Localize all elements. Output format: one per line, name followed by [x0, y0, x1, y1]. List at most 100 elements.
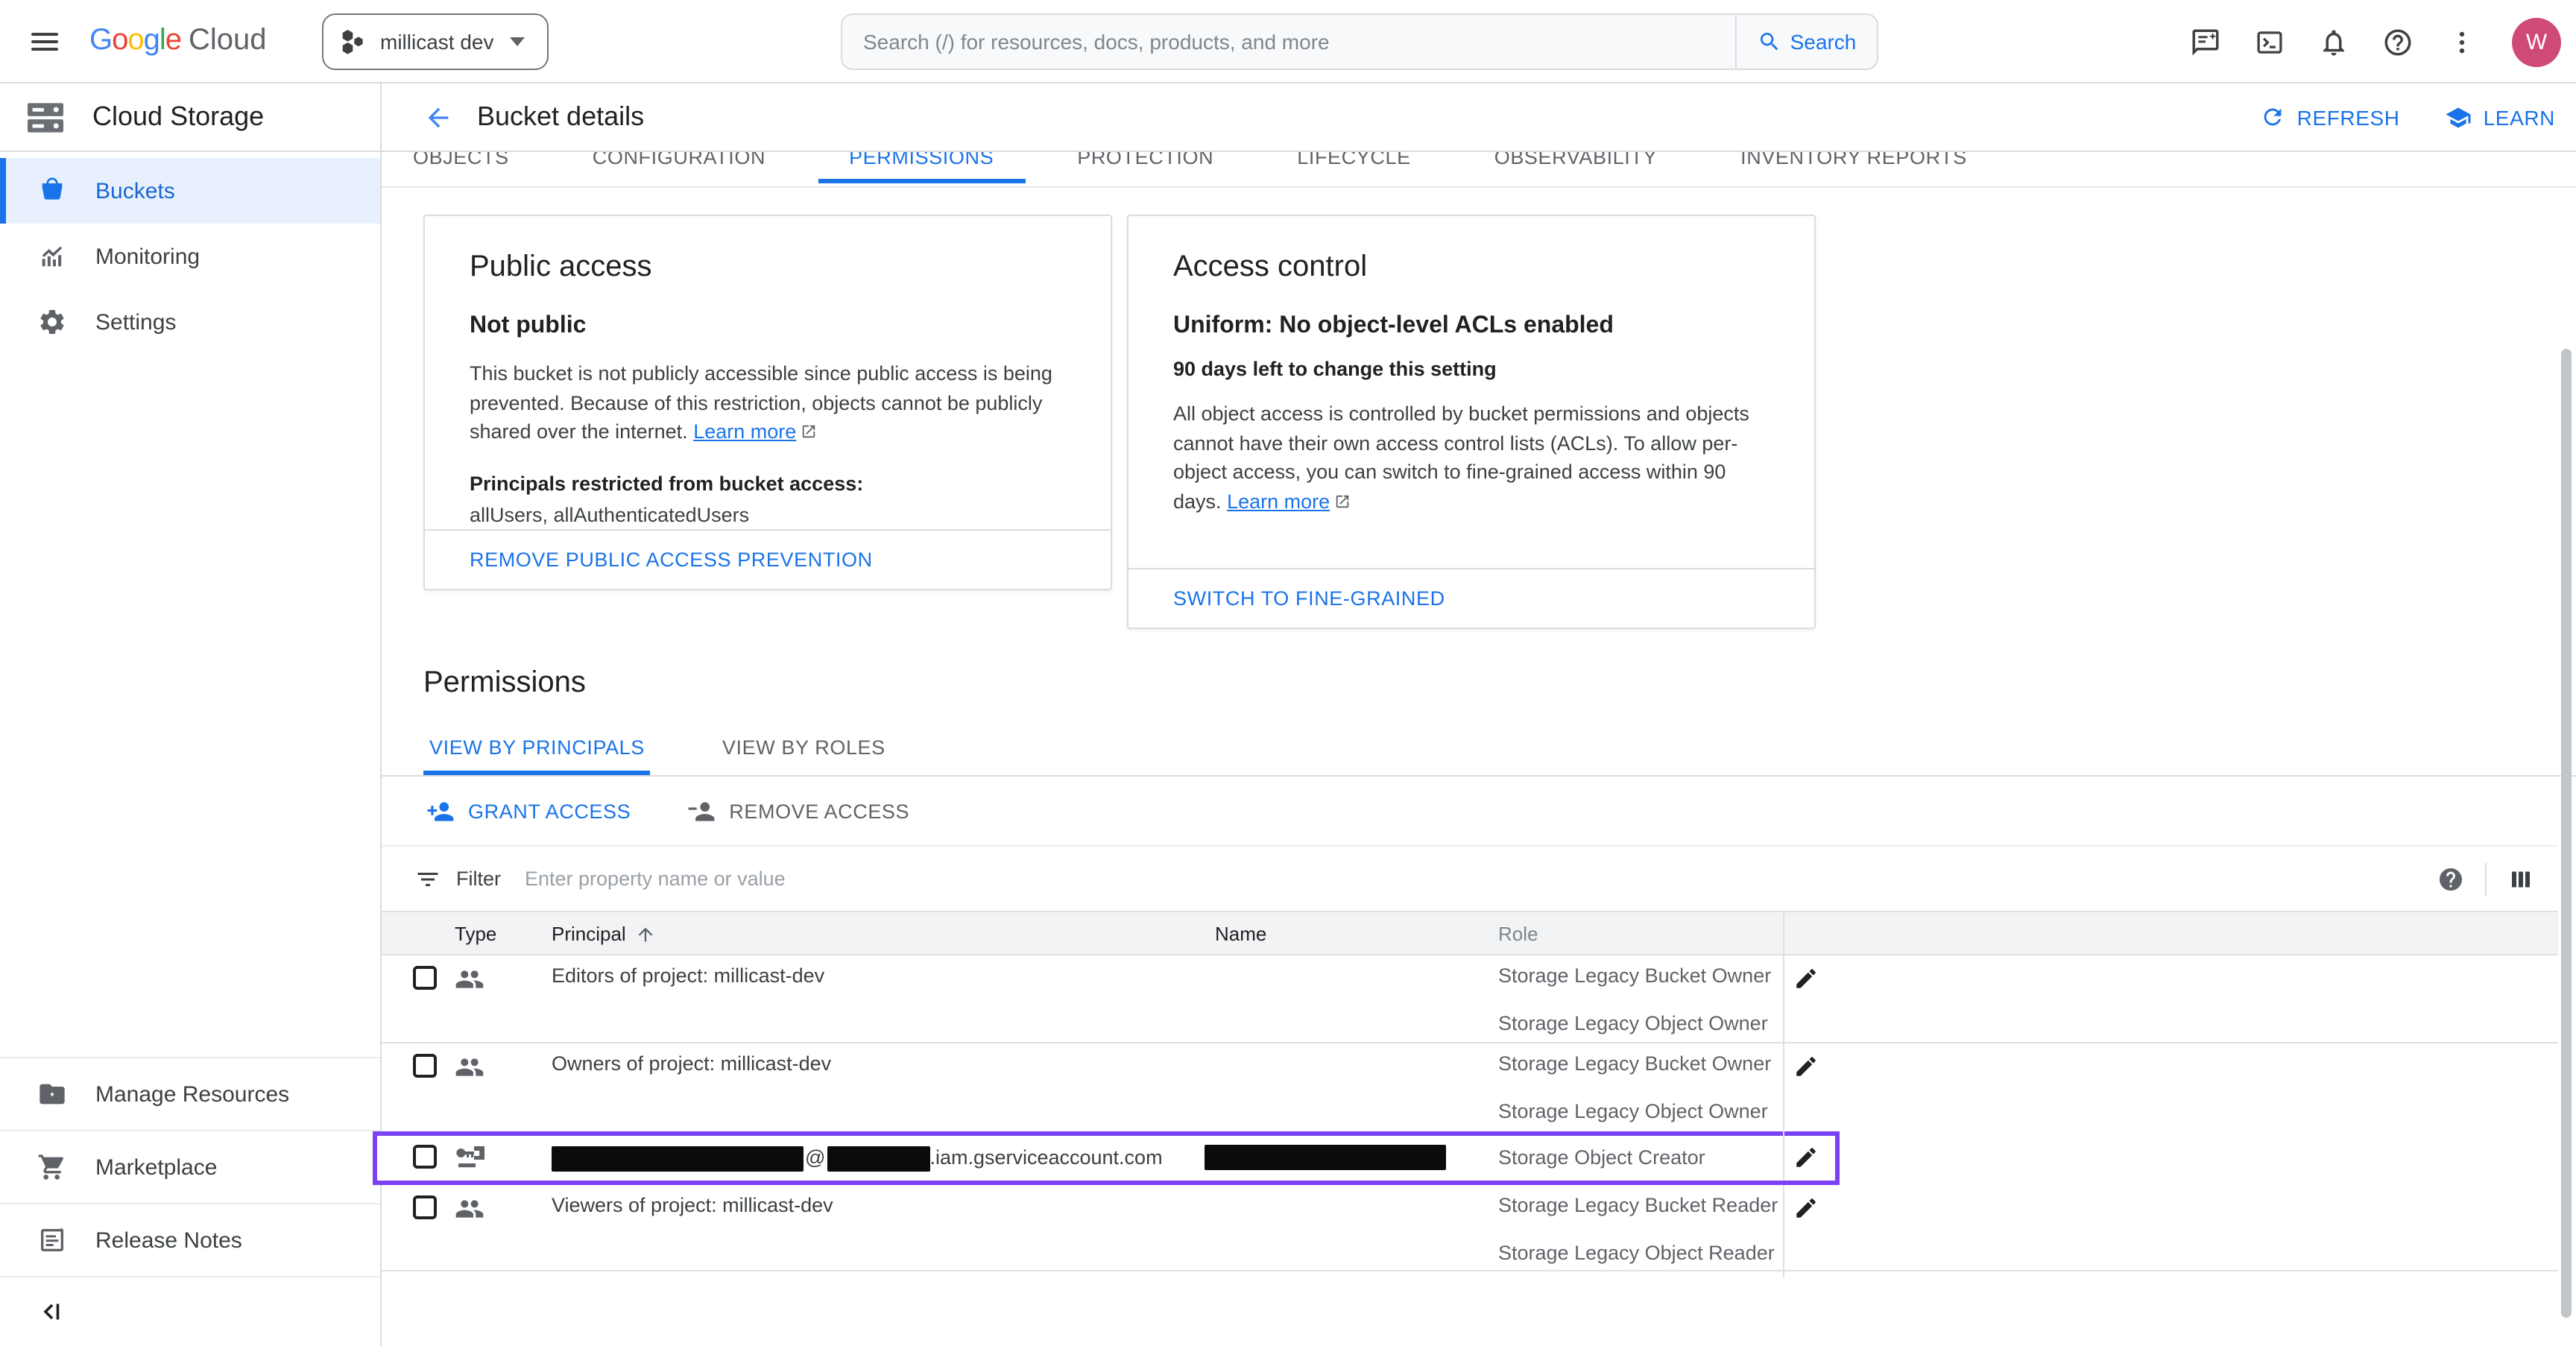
- refresh-button[interactable]: REFRESH: [2260, 104, 2400, 130]
- access-control-mode: Uniform: No object-level ACLs enabled: [1173, 312, 1770, 341]
- access-control-card: Access control Uniform: No object-level …: [1127, 215, 1816, 629]
- column-header-principal[interactable]: Principal: [552, 912, 1215, 955]
- table-header-row: Type Principal Name Role: [382, 911, 2558, 955]
- column-header-role[interactable]: Role: [1498, 912, 1783, 955]
- avatar[interactable]: W: [2512, 17, 2561, 66]
- page-header: Bucket details REFRESH LEARN: [382, 83, 2576, 152]
- project-icon: [341, 28, 367, 56]
- column-display-icon[interactable]: [2507, 865, 2534, 892]
- row-checkbox[interactable]: [413, 1145, 437, 1169]
- bucket-tabs: OBJECTS CONFIGURATION PERMISSIONS PROTEC…: [382, 152, 2576, 188]
- role-cell: Storage Legacy Bucket Owner Storage Lega…: [1498, 955, 1783, 1048]
- permissions-heading: Permissions: [423, 665, 2576, 701]
- search-input[interactable]: [842, 30, 1735, 54]
- sidebar-item-release-notes[interactable]: Release Notes: [0, 1203, 380, 1276]
- remove-public-access-prevention-button[interactable]: REMOVE PUBLIC ACCESS PREVENTION: [470, 549, 873, 571]
- learn-icon: [2445, 104, 2472, 130]
- permissions-actions: GRANT ACCESS REMOVE ACCESS: [382, 777, 2576, 845]
- open-in-new-icon: [801, 419, 817, 448]
- filter-help-icon[interactable]: [2437, 865, 2464, 892]
- tab-label: PERMISSIONS: [849, 152, 994, 168]
- open-in-new-icon: [1334, 488, 1351, 517]
- more-vert-icon[interactable]: [2445, 25, 2478, 58]
- switch-to-fine-grained-button[interactable]: SWITCH TO FINE-GRAINED: [1173, 587, 1445, 610]
- role-value: Storage Legacy Bucket Owner: [1498, 952, 1783, 1000]
- sidebar-nav: Buckets Monitoring Settings: [0, 152, 380, 355]
- help-icon[interactable]: [2381, 25, 2414, 58]
- sidebar-product-header: Cloud Storage: [0, 83, 380, 152]
- learn-button[interactable]: LEARN: [2445, 104, 2555, 130]
- tab-inventory-reports[interactable]: INVENTORY REPORTS: [1709, 152, 1998, 188]
- highlighted-row-outline: @.iam.gserviceaccount.com Storage Object…: [373, 1131, 1840, 1185]
- table-row-service-account[interactable]: @.iam.gserviceaccount.com Storage Object…: [377, 1136, 1835, 1181]
- table-row[interactable]: Editors of project: millicast-dev Storag…: [382, 955, 2558, 1043]
- page-header-actions: REFRESH LEARN: [2260, 104, 2555, 130]
- group-icon: [455, 1052, 484, 1082]
- logo-letter: G: [89, 24, 112, 58]
- vertical-scrollbar[interactable]: [2561, 349, 2572, 1318]
- edit-icon[interactable]: [1793, 1054, 1819, 1079]
- access-control-deadline: 90 days left to change this setting: [1173, 356, 1770, 382]
- sidebar-item-label: Monitoring: [95, 244, 200, 269]
- tab-label: PROTECTION: [1077, 152, 1213, 168]
- table-row[interactable]: Viewers of project: millicast-dev Storag…: [382, 1185, 2558, 1271]
- tab-objects[interactable]: OBJECTS: [382, 152, 540, 188]
- project-selector[interactable]: millicast dev: [322, 13, 549, 70]
- sidebar-item-manage-resources[interactable]: Manage Resources: [0, 1057, 380, 1130]
- row-checkbox[interactable]: [413, 1195, 437, 1219]
- notifications-icon[interactable]: [2317, 25, 2349, 58]
- access-control-description: All object access is controlled by bucke…: [1173, 399, 1770, 517]
- sidebar-item-marketplace[interactable]: Marketplace: [0, 1130, 380, 1203]
- sidebar-item-buckets[interactable]: Buckets: [0, 158, 380, 224]
- collapse-icon: [39, 1298, 66, 1325]
- tab-label: OBSERVABILITY: [1494, 152, 1657, 168]
- tab-lifecycle[interactable]: LIFECYCLE: [1266, 152, 1442, 188]
- name-cell: [1215, 1136, 1498, 1178]
- search-button[interactable]: Search: [1735, 15, 1877, 69]
- principal-cell: Editors of project: millicast-dev: [552, 955, 1215, 997]
- column-header-type[interactable]: Type: [440, 912, 552, 955]
- cart-icon: [37, 1152, 67, 1182]
- tab-configuration[interactable]: CONFIGURATION: [561, 152, 797, 188]
- collapse-sidebar-button[interactable]: [0, 1276, 380, 1346]
- search-icon: [1758, 30, 1781, 54]
- remove-access-button[interactable]: REMOVE ACCESS: [687, 797, 909, 825]
- sidebar-item-label: Release Notes: [95, 1227, 242, 1253]
- row-checkbox[interactable]: [413, 966, 437, 990]
- column-header-name[interactable]: Name: [1215, 912, 1498, 955]
- sidebar: Cloud Storage Buckets Monitoring Setting…: [0, 83, 382, 1346]
- principal-cell-redacted: @.iam.gserviceaccount.com: [552, 1136, 1215, 1181]
- tab-permissions[interactable]: PERMISSIONS: [818, 152, 1025, 188]
- service-account-domain: .iam.gserviceaccount.com: [929, 1137, 1162, 1179]
- sidebar-item-label: Settings: [95, 309, 176, 335]
- sidebar-item-label: Buckets: [95, 178, 175, 203]
- monitoring-icon: [37, 241, 67, 271]
- principal-cell: Viewers of project: millicast-dev: [552, 1185, 1215, 1227]
- role-value: Storage Legacy Bucket Owner: [1498, 1040, 1783, 1088]
- grant-access-button[interactable]: GRANT ACCESS: [426, 797, 631, 825]
- tab-view-by-principals[interactable]: VIEW BY PRINCIPALS: [423, 720, 651, 775]
- row-checkbox[interactable]: [413, 1054, 437, 1078]
- sidebar-item-monitoring[interactable]: Monitoring: [0, 224, 380, 289]
- google-cloud-logo[interactable]: Google Cloud: [89, 24, 267, 58]
- learn-more-link[interactable]: Learn more: [693, 420, 796, 443]
- sidebar-item-settings[interactable]: Settings: [0, 289, 380, 355]
- menu-icon[interactable]: [15, 11, 75, 71]
- tab-view-by-roles[interactable]: VIEW BY ROLES: [716, 720, 891, 775]
- gemini-chat-icon[interactable]: [2188, 25, 2221, 58]
- tab-observability[interactable]: OBSERVABILITY: [1463, 152, 1688, 188]
- logo-letter: o: [112, 24, 127, 58]
- edit-icon[interactable]: [1793, 1195, 1819, 1221]
- cloud-shell-icon[interactable]: [2253, 25, 2285, 58]
- table-row[interactable]: Owners of project: millicast-dev Storage…: [382, 1043, 2558, 1131]
- back-button[interactable]: [417, 96, 459, 138]
- filter-input[interactable]: [522, 866, 2437, 891]
- tab-protection[interactable]: PROTECTION: [1046, 152, 1245, 188]
- role-value: Storage Legacy Object Reader: [1498, 1230, 1783, 1277]
- edit-icon[interactable]: [1793, 966, 1819, 991]
- card-title: Public access: [470, 249, 1066, 285]
- filter-label: Filter: [456, 868, 501, 890]
- edit-icon[interactable]: [1793, 1145, 1819, 1170]
- project-name: millicast dev: [380, 30, 494, 54]
- learn-more-link[interactable]: Learn more: [1227, 490, 1330, 512]
